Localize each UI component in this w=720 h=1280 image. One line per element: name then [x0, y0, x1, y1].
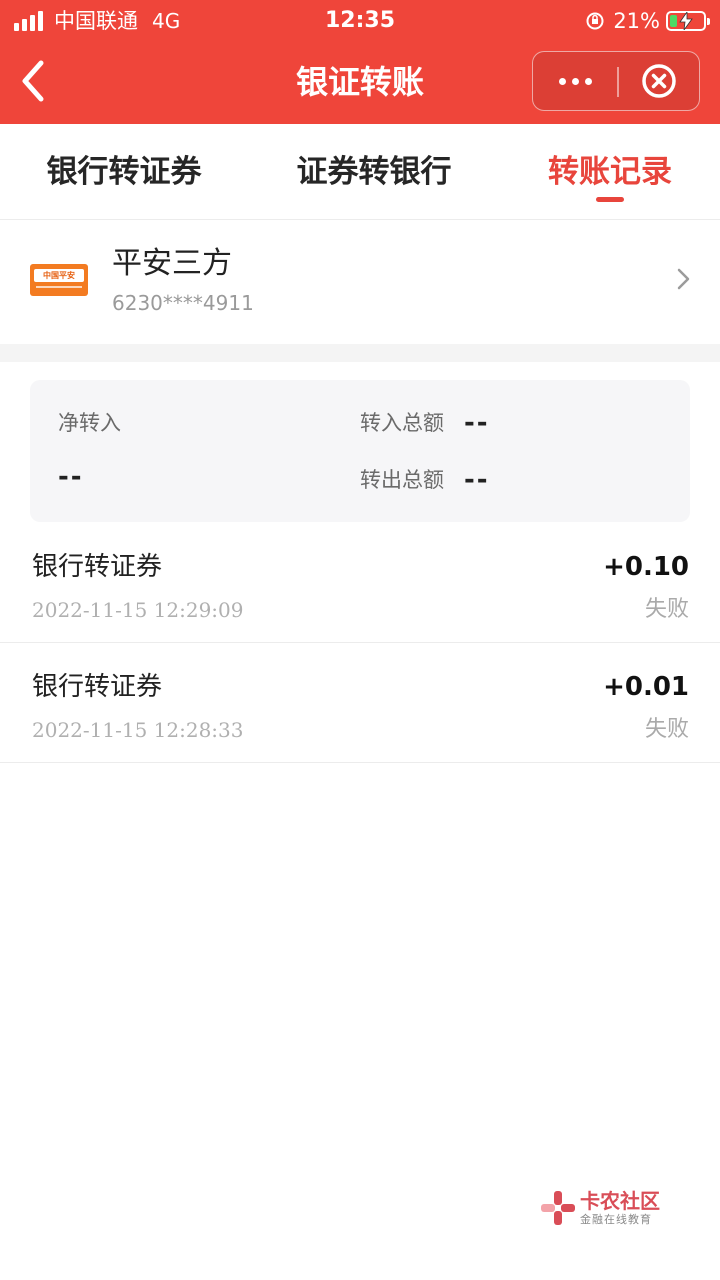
- watermark: 卡农社区 金融在线教育: [540, 1188, 700, 1232]
- record-amount: +0.01: [603, 672, 689, 702]
- more-dots-icon: [556, 77, 595, 85]
- record-title: 银行转证券: [32, 552, 163, 582]
- tab-label: 转账记录: [548, 154, 672, 190]
- back-button[interactable]: [12, 54, 54, 108]
- status-bar: 中国联通 4G 12:35 21%: [0, 0, 720, 40]
- battery-nub: [707, 18, 710, 25]
- net-in-value: --: [58, 462, 84, 492]
- bank-account-selector[interactable]: 中国平安 平安三方 6230****4911: [0, 220, 720, 344]
- watermark-logo-icon: [541, 1191, 575, 1225]
- account-name: 平安三方: [112, 246, 232, 281]
- miniapp-capsule: [532, 51, 700, 111]
- battery-percent: 21%: [613, 9, 660, 33]
- battery-icon: [666, 11, 710, 31]
- tab-label: 银行转证券: [46, 154, 202, 190]
- transfer-record[interactable]: 银行转证券 2022-11-15 12:29:09 +0.10 失败: [0, 523, 720, 643]
- record-status: 失败: [644, 597, 689, 622]
- tab-bank-to-securities[interactable]: 银行转证券: [24, 124, 224, 220]
- bank-logo-text: 中国平安: [34, 269, 84, 282]
- total-out-label: 转出总额: [360, 468, 444, 492]
- section-divider: [0, 344, 720, 362]
- battery-level-fill: [670, 15, 677, 27]
- chevron-left-icon: [22, 60, 44, 102]
- close-circle-icon: [642, 64, 676, 98]
- active-tab-indicator: [596, 197, 624, 202]
- record-amount: +0.10: [603, 552, 689, 582]
- status-right: 21%: [585, 8, 710, 34]
- more-button[interactable]: [533, 52, 617, 110]
- watermark-title: 卡农社区: [580, 1189, 660, 1213]
- net-in-label: 净转入: [58, 411, 121, 435]
- transfer-summary-card: 净转入 -- 转入总额 -- 转出总额 --: [30, 380, 690, 522]
- app-header: 中国联通 4G 12:35 21% 银证转账: [0, 0, 720, 124]
- bank-logo-stripe: [36, 286, 82, 288]
- record-time: 2022-11-15 12:29:09: [32, 598, 244, 622]
- total-in-value: --: [464, 408, 490, 438]
- charging-bolt-icon: [679, 12, 693, 30]
- tab-transfer-records[interactable]: 转账记录: [510, 124, 710, 220]
- orientation-lock-icon: [586, 12, 604, 30]
- account-number: 6230****4911: [112, 291, 254, 315]
- chevron-right-icon: [677, 268, 690, 290]
- watermark-subtitle: 金融在线教育: [580, 1213, 652, 1226]
- tab-securities-to-bank[interactable]: 证券转银行: [274, 124, 474, 220]
- bank-logo: 中国平安: [30, 264, 88, 296]
- total-out-value: --: [464, 465, 490, 495]
- tab-bar: 银行转证券 证券转银行 转账记录: [0, 124, 720, 220]
- transfer-record[interactable]: 银行转证券 2022-11-15 12:28:33 +0.01 失败: [0, 643, 720, 763]
- record-title: 银行转证券: [32, 672, 163, 702]
- close-miniapp-button[interactable]: [619, 52, 699, 110]
- record-time: 2022-11-15 12:28:33: [32, 718, 244, 742]
- record-status: 失败: [644, 717, 689, 742]
- tab-label: 证券转银行: [296, 154, 452, 190]
- nav-bar: 银证转账: [0, 40, 720, 124]
- total-in-label: 转入总额: [360, 411, 444, 435]
